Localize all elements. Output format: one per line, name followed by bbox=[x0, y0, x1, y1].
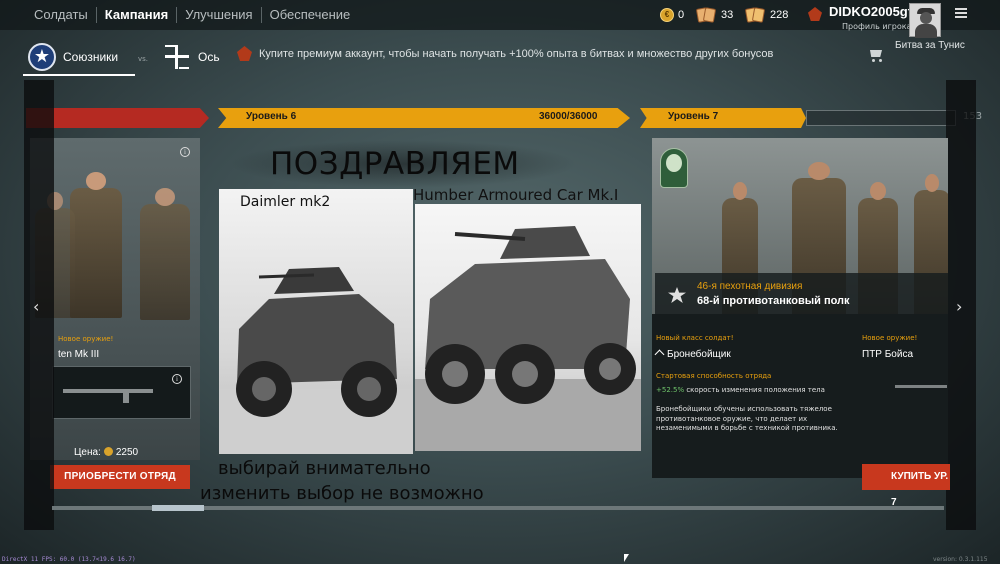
info-icon[interactable]: i bbox=[180, 147, 190, 157]
new-weapon-label: Новое оружие! bbox=[58, 335, 114, 343]
ability-label: Стартовая способность отряда bbox=[656, 372, 772, 380]
class-description: Бронебойщики обучены использовать тяжело… bbox=[656, 405, 838, 432]
division-name: 46-я пехотная дивизия bbox=[697, 281, 803, 292]
division-banner bbox=[655, 273, 948, 315]
allies-active-underline bbox=[23, 74, 135, 76]
level-7-bar bbox=[640, 108, 806, 128]
daimler-photo bbox=[219, 189, 413, 454]
class-name: Бронебойщик bbox=[654, 349, 731, 360]
nav-campaign[interactable]: Кампания bbox=[95, 7, 176, 23]
main-nav: Солдаты Кампания Улучшения Обеспечение bbox=[26, 0, 358, 30]
chevron-right-icon[interactable]: › bbox=[956, 297, 962, 316]
vs-label: vs. bbox=[138, 55, 149, 63]
soldier-figure bbox=[70, 172, 122, 318]
anti-tank-rifle-icon bbox=[895, 385, 947, 388]
level-6-label: Уровень 6 bbox=[246, 111, 297, 122]
axis-cross-icon[interactable] bbox=[163, 43, 191, 71]
buy-squad-button[interactable]: ПРИОБРЕСТИ ОТРЯД bbox=[50, 465, 190, 489]
buy-level-button[interactable]: КУПИТЬ УР. 7 bbox=[862, 464, 950, 508]
warning-line-1: выбирай внимательно bbox=[218, 458, 431, 479]
orders-gold-counter[interactable]: 228 bbox=[744, 6, 789, 24]
campaign-name[interactable]: Битва за Тунис bbox=[895, 40, 965, 51]
soldier-figure bbox=[140, 188, 190, 320]
level-7-label: Уровень 7 bbox=[668, 111, 719, 122]
avatar[interactable] bbox=[909, 3, 941, 38]
new-weapon-label: Новое оружие! bbox=[862, 334, 918, 342]
chevron-left-icon[interactable]: ‹ bbox=[33, 297, 39, 316]
humber-photo bbox=[415, 204, 641, 451]
gold-counter[interactable]: € 0 bbox=[660, 6, 684, 24]
profile-label[interactable]: Профиль игрока bbox=[842, 22, 912, 31]
gold-value: 0 bbox=[678, 9, 685, 21]
orders-silver-value: 33 bbox=[721, 9, 734, 21]
price-value: 2250 bbox=[115, 447, 139, 458]
version-label: version: 0.3.1.115 bbox=[933, 556, 988, 563]
new-class-label: Новый класс солдат! bbox=[656, 334, 734, 342]
price: Цена: 2250 bbox=[74, 447, 138, 458]
nav-upgrades[interactable]: Улучшения bbox=[176, 7, 260, 23]
warning-line-2: изменить выбор не возможно bbox=[200, 483, 484, 504]
division-emblem-icon bbox=[660, 148, 688, 188]
caption-humber: Humber Armoured Car Mk.I bbox=[413, 186, 619, 204]
chevron-up-icon bbox=[654, 349, 665, 360]
nav-soldiers[interactable]: Солдаты bbox=[26, 7, 96, 23]
rifle-icon bbox=[63, 389, 153, 403]
fps-counter: DirectX 11 FPS: 60.0 (13.7<19.6 16.7) bbox=[2, 556, 136, 563]
nav-supply[interactable]: Обеспечение bbox=[260, 7, 359, 23]
caption-daimler: Daimler mk2 bbox=[240, 194, 331, 210]
allies-star-icon[interactable]: ★ bbox=[28, 43, 56, 71]
orders-gold-value: 228 bbox=[770, 9, 789, 21]
congrats-title: ПОЗДРАВЛЯЕМ bbox=[270, 146, 520, 182]
armoured-car-image bbox=[219, 267, 413, 454]
weapon-info-icon[interactable]: i bbox=[172, 374, 182, 384]
regiment-name: 68-й противотанковый полк bbox=[697, 295, 850, 307]
menu-icon[interactable] bbox=[955, 8, 967, 18]
cart-icon[interactable] bbox=[867, 49, 883, 62]
faction-allies[interactable]: Союзники bbox=[63, 50, 118, 64]
mouse-cursor-icon bbox=[624, 554, 629, 562]
scrollbar-thumb[interactable] bbox=[152, 505, 204, 511]
weapon-name: ten Mk III bbox=[58, 349, 100, 360]
weapon-name: ПТР Бойса bbox=[862, 349, 914, 360]
coin-icon bbox=[103, 447, 113, 456]
faction-axis[interactable]: Ось bbox=[198, 50, 220, 64]
ability-value: +52.5% скорость изменения положения тела bbox=[656, 386, 825, 394]
armoured-car-image bbox=[415, 226, 641, 451]
level-6-progress: 36000/36000 bbox=[539, 111, 598, 122]
username[interactable]: DIDKO2005gf bbox=[829, 4, 912, 19]
price-label: Цена: bbox=[74, 447, 101, 458]
orders-gold-cards-icon bbox=[744, 7, 766, 23]
premium-promo-text[interactable]: Купите премиум аккаунт, чтобы начать пол… bbox=[259, 48, 773, 60]
premium-badge-icon bbox=[237, 46, 252, 61]
orders-cards-icon bbox=[695, 7, 717, 23]
gold-coin-icon: € bbox=[660, 8, 674, 22]
weapon-preview[interactable] bbox=[52, 366, 191, 419]
orders-silver-counter[interactable]: 33 bbox=[695, 6, 734, 24]
level-7-remaining bbox=[806, 110, 956, 126]
